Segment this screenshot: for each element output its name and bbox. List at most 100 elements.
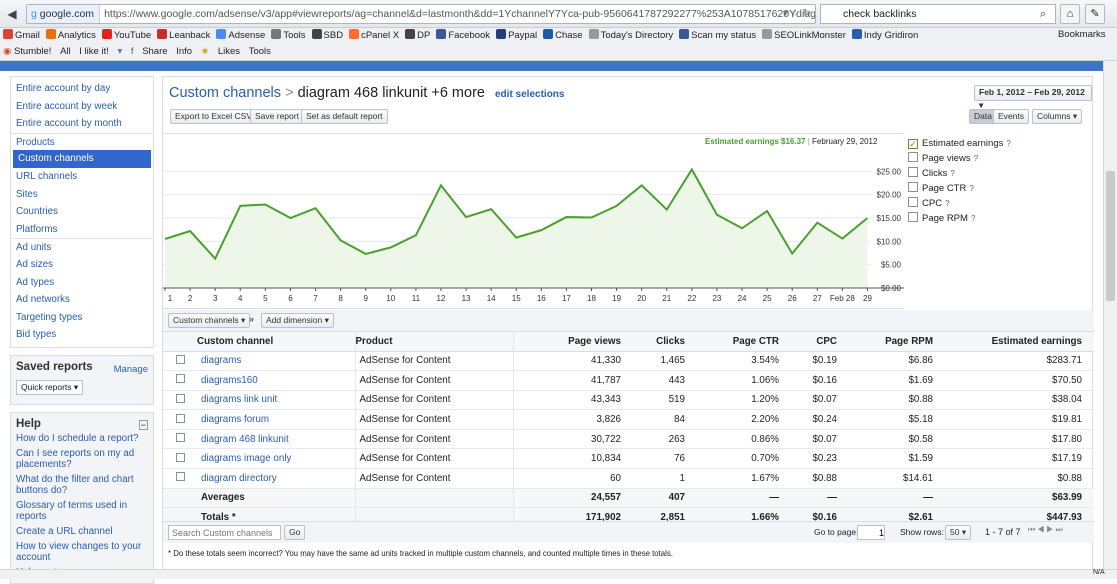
sidebar-item-url-channels[interactable]: URL channels	[11, 168, 153, 186]
help-link[interactable]: Create a URL channel	[16, 526, 148, 537]
add-dimension-dropdown[interactable]: Add dimension ▾	[261, 313, 334, 328]
bookmark-9[interactable]: Facebook	[436, 28, 490, 43]
sidebar-item-entire-account-by-month[interactable]: Entire account by month	[11, 115, 153, 133]
sidebar-item-ad-types[interactable]: Ad types	[11, 274, 153, 292]
help-icon[interactable]: ?	[974, 154, 978, 163]
set-default-button[interactable]: Set as default report	[301, 109, 388, 124]
checkbox-icon[interactable]	[908, 212, 918, 222]
sidebar-item-sites[interactable]: Sites	[11, 186, 153, 204]
back-icon[interactable]: ◀	[3, 5, 21, 23]
help-link[interactable]: What do the filter and chart buttons do?	[16, 474, 148, 496]
row-select[interactable]	[163, 429, 197, 450]
column-header[interactable]: Page views	[512, 332, 633, 352]
help-link[interactable]: How to view changes to your account	[16, 541, 148, 563]
checkbox-icon[interactable]	[908, 182, 918, 192]
sidebar-item-ad-networks[interactable]: Ad networks	[11, 291, 153, 309]
column-header[interactable]: CPC	[791, 332, 849, 352]
row-select[interactable]	[163, 351, 197, 372]
collapse-icon[interactable]: −	[138, 419, 148, 430]
sidebar-item-ad-units[interactable]: Ad units	[11, 238, 153, 256]
table-cell[interactable]: diagrams forum	[197, 409, 355, 430]
bookmark-5[interactable]: Tools	[271, 28, 306, 43]
stumble-button[interactable]: Stumble!	[14, 44, 52, 60]
checked-box-icon[interactable]: ✓	[908, 139, 918, 149]
checkbox-icon[interactable]	[908, 167, 918, 177]
manage-link[interactable]: Manage	[114, 364, 148, 375]
help-icon[interactable]: ?	[971, 214, 975, 223]
help-icon[interactable]: ?	[950, 169, 954, 178]
column-header[interactable]: Page RPM	[849, 332, 945, 352]
metric-checkbox-2[interactable]: Clicks?	[908, 166, 1088, 181]
rows-dropdown[interactable]: 50 ▾	[945, 525, 972, 540]
checkbox-icon[interactable]	[175, 374, 185, 384]
metric-checkbox-4[interactable]: CPC?	[908, 196, 1088, 211]
table-cell[interactable]: diagrams160	[197, 370, 355, 391]
edit-selections-link[interactable]: edit selections	[495, 89, 564, 100]
facebook-icon[interactable]: f	[131, 44, 134, 60]
quick-reports-dropdown[interactable]: Quick reports ▾	[16, 379, 84, 395]
export-csv-button[interactable]: Export to Excel CSV	[170, 109, 258, 124]
table-cell[interactable]: diagram 468 linkunit	[197, 429, 355, 450]
bookmark-3[interactable]: Leanback	[157, 28, 210, 43]
checkbox-icon[interactable]	[175, 393, 185, 403]
column-header[interactable]: Estimated earnings	[945, 332, 1094, 352]
dimension-dropdown[interactable]: Custom channels ▾	[168, 313, 251, 328]
breadcrumb[interactable]: Custom channels	[169, 85, 281, 101]
columns-button[interactable]: Columns ▾	[1032, 109, 1083, 124]
checkbox-icon[interactable]	[175, 413, 185, 423]
likes-button[interactable]: Likes	[218, 44, 240, 60]
events-toggle[interactable]: Events	[993, 109, 1029, 124]
checkbox-icon[interactable]	[908, 197, 918, 207]
search-channels-input[interactable]	[168, 525, 281, 540]
column-header[interactable]: Page CTR	[697, 332, 791, 352]
sidebar-item-platforms[interactable]: Platforms	[11, 221, 153, 239]
help-icon[interactable]: ?	[969, 184, 973, 193]
search-icon[interactable]: ⌕	[1040, 8, 1046, 21]
table-cell[interactable]: diagram directory	[197, 468, 355, 489]
sidebar-item-entire-account-by-day[interactable]: Entire account by day	[11, 80, 153, 98]
table-cell[interactable]: diagrams link unit	[197, 390, 355, 411]
table-cell[interactable]: diagrams	[197, 351, 355, 372]
bookmark-10[interactable]: Paypal	[496, 28, 537, 43]
metric-checkbox-1[interactable]: Page views?	[908, 151, 1088, 166]
bookmark-15[interactable]: Indy Gridiron	[851, 28, 918, 43]
bookmark-11[interactable]: Chase	[543, 28, 583, 43]
sidebar-item-products[interactable]: Products	[11, 132, 153, 151]
column-header[interactable]: Product	[354, 332, 513, 352]
help-link[interactable]: Can I see reports on my ad placements?	[16, 448, 148, 470]
like-button[interactable]: I like it!	[79, 44, 109, 60]
bookmark-8[interactable]: DP	[405, 28, 430, 43]
page-number-input[interactable]	[857, 525, 885, 540]
home-icon[interactable]: ⌂	[1060, 4, 1080, 24]
bookmark-2[interactable]: YouTube	[101, 28, 151, 43]
bookmark-7[interactable]: cPanel X	[349, 28, 399, 43]
search-input[interactable]: check backlinks	[820, 4, 1056, 24]
sidebar-item-targeting-types[interactable]: Targeting types	[11, 309, 153, 327]
bookmark-1[interactable]: Analytics	[45, 28, 96, 43]
row-select[interactable]	[163, 390, 197, 411]
checkbox-icon[interactable]	[175, 452, 185, 462]
column-header[interactable]: Custom channel	[197, 332, 355, 352]
go-button[interactable]: Go	[284, 525, 306, 540]
checkbox-icon[interactable]	[908, 152, 918, 162]
vertical-scrollbar[interactable]	[1103, 61, 1117, 569]
sidebar-item-entire-account-by-week[interactable]: Entire account by week	[11, 98, 153, 116]
metric-checkbox-5[interactable]: Page RPM?	[908, 211, 1088, 226]
address-bar[interactable]: g google.com https://www.google.com/adsen…	[26, 4, 816, 24]
row-select[interactable]	[163, 370, 197, 391]
horizontal-scrollbar[interactable]	[0, 569, 1117, 579]
thumbs-down-icon[interactable]: ▾	[117, 44, 122, 60]
help-icon[interactable]: ?	[1006, 139, 1010, 148]
date-range-picker[interactable]: Feb 1, 2012 – Feb 29, 2012 ▾	[974, 85, 1092, 110]
checkbox-icon[interactable]	[175, 433, 185, 443]
bookmark-0[interactable]: Gmail	[3, 28, 40, 43]
bookmark-6[interactable]: SBD	[311, 28, 343, 43]
checkbox-icon[interactable]	[175, 472, 185, 482]
bookmark-4[interactable]: Adsense	[216, 28, 265, 43]
dropdown-star-icon[interactable]: ▾ ☆ ↻	[783, 8, 811, 19]
metric-checkbox-0[interactable]: ✓ Estimated earnings?	[908, 136, 1088, 151]
wrench-icon[interactable]: ✎	[1085, 4, 1105, 24]
row-select[interactable]	[163, 448, 197, 470]
help-icon[interactable]: ?	[945, 199, 949, 208]
share-button[interactable]: Share	[142, 44, 167, 60]
